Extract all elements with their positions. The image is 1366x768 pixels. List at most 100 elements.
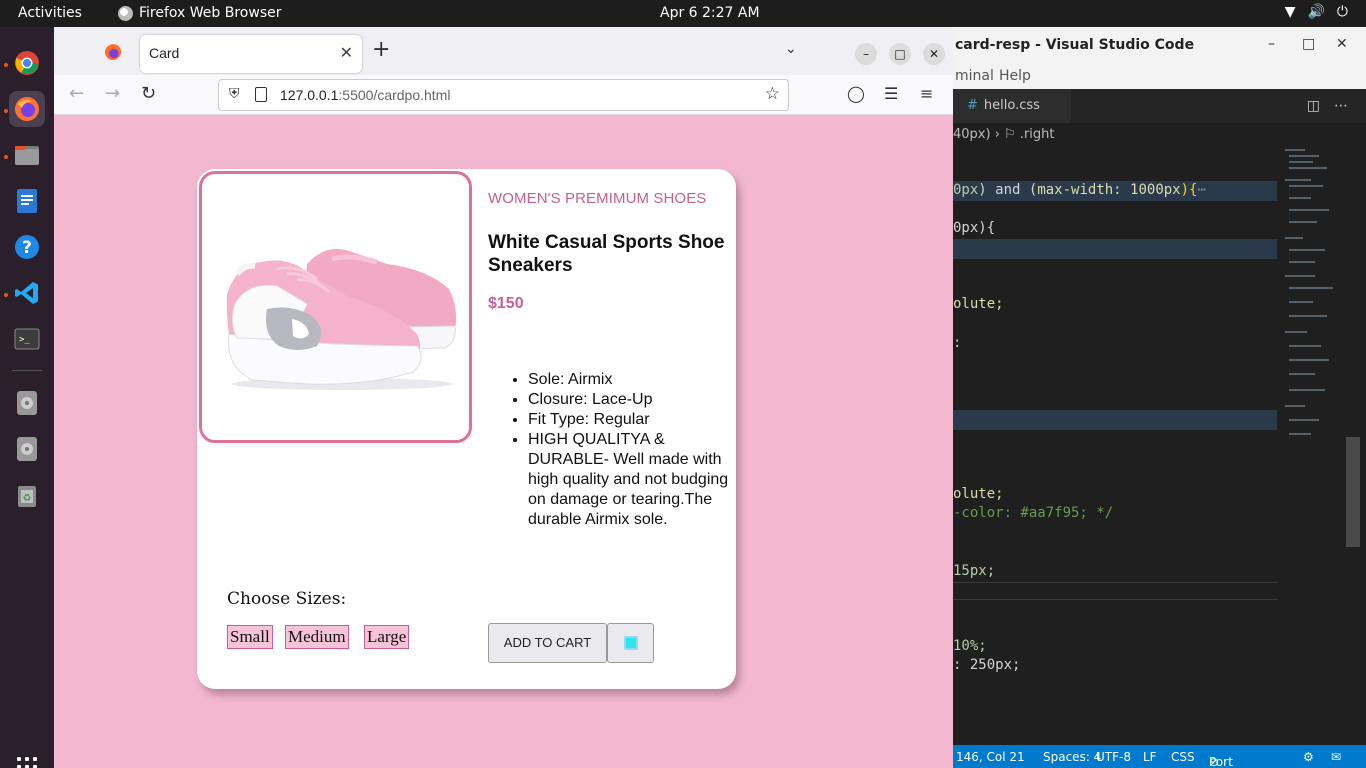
page-info-icon[interactable] (255, 87, 267, 102)
add-to-cart-button[interactable]: ADD TO CART (488, 623, 607, 663)
chrome-icon[interactable] (9, 45, 45, 81)
tab-strip: Card ✕ + ⌄ – □ ✕ (54, 27, 953, 75)
bookmark-star-icon[interactable]: ☆ (765, 84, 780, 104)
clock[interactable]: Apr 6 2:27 AM (660, 5, 760, 21)
volume-icon[interactable]: 🔊 (1307, 4, 1324, 20)
highlighted-line (953, 239, 1277, 259)
page-content: WOMEN'S PREMIMUM SHOES White Casual Spor… (54, 115, 953, 768)
wishlist-icon (623, 636, 638, 650)
editor-tab[interactable]: # hello.css (953, 89, 1071, 123)
active-app-name: Firefox Web Browser (139, 5, 282, 21)
disk-drive-icon[interactable] (9, 385, 45, 421)
dock-separator (12, 370, 42, 371)
close-tab-icon[interactable]: ✕ (340, 43, 353, 62)
highlighted-line (953, 410, 1277, 430)
vscode-menubar: minal Help (953, 63, 1366, 89)
firefox-icon[interactable] (9, 91, 45, 127)
maximize-icon[interactable]: □ (1302, 36, 1315, 52)
show-applications-icon[interactable] (17, 757, 37, 768)
svg-text:>_: >_ (19, 335, 30, 345)
system-top-bar: Activities Firefox Web Browser Apr 6 2:2… (0, 0, 1366, 27)
reload-icon[interactable]: ↻ (141, 84, 156, 104)
trash-icon[interactable]: ♻ (9, 477, 45, 513)
status-encoding[interactable]: UTF-8 (1096, 750, 1131, 764)
help-icon[interactable]: ? (9, 229, 45, 265)
code-line: 15px; (953, 563, 996, 579)
status-eol[interactable]: LF (1143, 750, 1157, 764)
code-line: 0px){ (953, 220, 996, 236)
menu-help[interactable]: Help (999, 68, 1031, 84)
back-icon[interactable]: ← (69, 84, 84, 104)
split-editor-icon[interactable]: ◫ (1307, 98, 1320, 114)
maximize-icon[interactable]: □ (889, 43, 911, 65)
power-icon[interactable]: ⏻ (1337, 4, 1348, 20)
running-indicator (4, 63, 8, 67)
dock: ? >_ ♻ (0, 27, 54, 768)
terminal-icon[interactable]: >_ (9, 321, 45, 357)
minimize-icon[interactable]: – (1268, 36, 1275, 52)
feature-list: Sole: Airmix Closure: Lace-Up Fit Type: … (510, 370, 732, 530)
minimap[interactable] (1283, 145, 1343, 445)
forward-icon[interactable]: → (105, 84, 120, 104)
css-file-icon: # (967, 98, 978, 113)
url-text[interactable]: 127.0.0.1:5500/cardpo.html (280, 87, 450, 103)
files-icon[interactable] (9, 137, 45, 173)
vscode-window: card-resp - Visual Studio Code – □ ✕ min… (953, 27, 1366, 768)
more-actions-icon[interactable]: ⋯ (1334, 98, 1348, 114)
address-bar[interactable]: ⛨ 127.0.0.1:5500/cardpo.html ☆ (218, 79, 789, 111)
active-app-menu[interactable]: Firefox Web Browser (118, 5, 282, 21)
editor-scrollbar[interactable] (1346, 437, 1360, 547)
status-language[interactable]: CSS (1171, 750, 1195, 764)
close-icon[interactable]: ✕ (1336, 36, 1348, 52)
code-line: 0px) and (max-width: 1000px){⋯ (953, 182, 1206, 198)
extensions-icon[interactable]: ☰ (884, 84, 898, 103)
editor-divider (953, 582, 1277, 583)
disk-drive-icon[interactable] (9, 431, 45, 467)
minimize-icon[interactable]: – (855, 43, 877, 65)
close-window-icon[interactable]: ✕ (923, 43, 945, 65)
svg-text:♻: ♻ (23, 493, 32, 504)
feature-item: Closure: Lace-Up (528, 390, 732, 410)
code-line: : 250px; (953, 657, 1021, 673)
status-indentation[interactable]: Spaces: 4 (1043, 750, 1101, 764)
code-line: -color: #aa7f95; */ (953, 505, 1114, 521)
size-large-button[interactable]: Large (364, 625, 410, 649)
code-line: : (953, 335, 962, 351)
firefox-icon (105, 44, 121, 60)
writer-icon[interactable] (9, 183, 45, 219)
editor-divider (953, 599, 1277, 600)
browser-tab[interactable]: Card ✕ (140, 35, 362, 73)
new-tab-button[interactable]: + (372, 39, 390, 61)
app-menu-icon[interactable]: ≡ (920, 84, 933, 103)
status-cursor-position[interactable]: 146, Col 21 (956, 750, 1025, 764)
vscode-window-title: card-resp - Visual Studio Code (955, 37, 1195, 53)
vscode-tabbar: # hello.css ◫ ⋯ (953, 89, 1366, 123)
firefox-window: Card ✕ + ⌄ – □ ✕ ← → ↻ ⛨ 127.0.0.1:5500/… (54, 27, 953, 768)
notifications-bell-icon[interactable]: ✉ (1331, 750, 1341, 764)
firefox-app-icon (118, 5, 133, 21)
firefox-view-button[interactable] (98, 37, 128, 67)
live-server-port: Port : 5500 (1209, 755, 1233, 768)
activities-button[interactable]: Activities (18, 5, 82, 21)
size-medium-button[interactable]: Medium (285, 625, 349, 649)
product-category: WOMEN'S PREMIMUM SHOES (488, 190, 707, 207)
vscode-icon[interactable] (9, 275, 45, 311)
breadcrumb[interactable]: 40px) › ⚐ .right (953, 123, 1366, 145)
feature-item: HIGH QUALITYA & DURABLE- Well made with … (528, 430, 732, 530)
wishlist-button[interactable] (607, 623, 654, 663)
code-editor[interactable]: 0px) and (max-width: 1000px){⋯ 0px){ olu… (953, 145, 1283, 745)
menu-terminal[interactable]: minal (955, 68, 994, 84)
code-line: olute; (953, 296, 1004, 312)
product-title: White Casual Sports Shoe Sneakers (488, 232, 725, 276)
tab-title: Card (149, 45, 180, 61)
tracking-protection-shield-icon[interactable]: ⛨ (229, 86, 240, 102)
product-image-frame (199, 171, 472, 443)
pocket-icon[interactable]: ◯ (847, 84, 865, 103)
size-small-button[interactable]: Small (227, 625, 273, 649)
feedback-icon[interactable]: ⚙ (1303, 750, 1314, 764)
system-tray[interactable]: ▼ 🔊 ⏻ (1285, 4, 1348, 20)
wifi-icon[interactable]: ▼ (1285, 4, 1296, 20)
product-card: WOMEN'S PREMIMUM SHOES White Casual Spor… (197, 169, 736, 689)
list-all-tabs-icon[interactable]: ⌄ (785, 41, 797, 57)
code-line: 10%; (953, 638, 987, 654)
